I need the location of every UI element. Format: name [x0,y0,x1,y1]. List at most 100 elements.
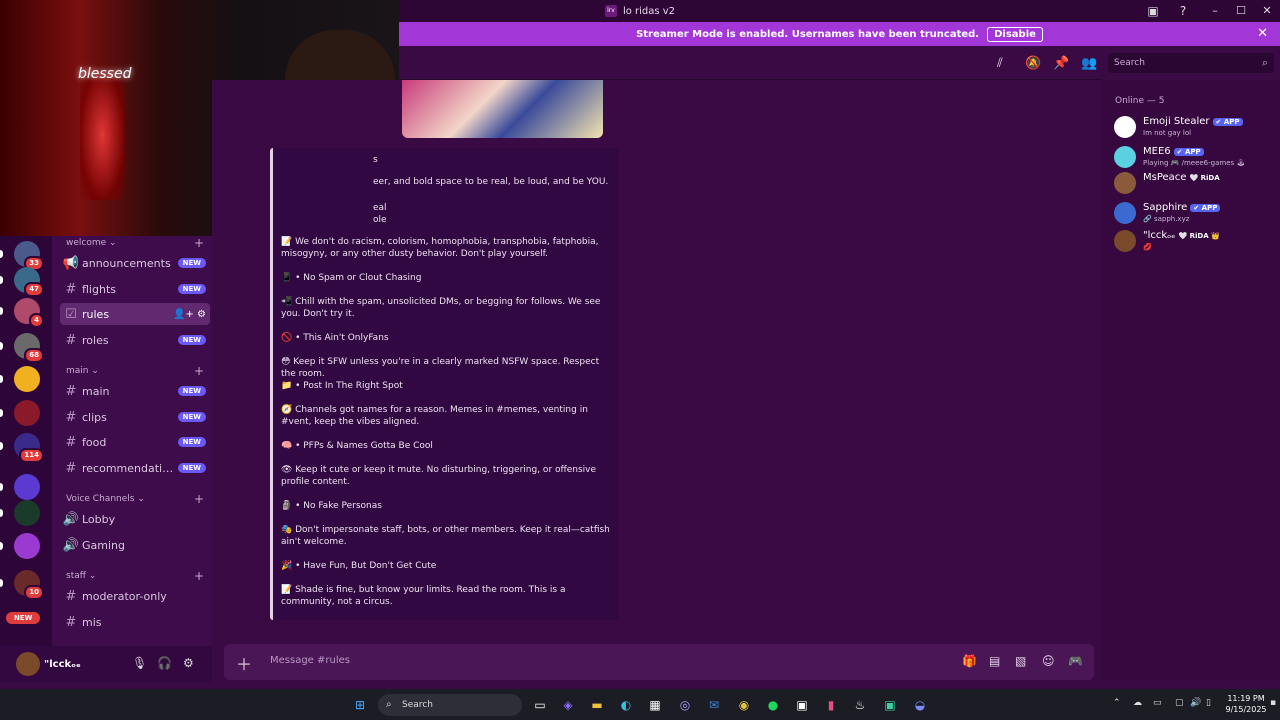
channel-announcements[interactable]: 📢 announcements NEW [60,252,210,274]
gift-icon[interactable]: 🎁 [962,654,977,668]
user-panel: "lcckₒₑ 🎙 🎧 ⚙ [0,646,212,682]
message-input[interactable]: Message #rules [270,655,350,666]
copilot-icon[interactable]: ◈ [558,695,578,715]
emoji-icon[interactable]: ☺ [1042,654,1055,668]
unread-indicator [0,483,3,491]
members-icon[interactable]: 👥 [1081,56,1097,71]
server-icon[interactable]: 68 [14,333,44,363]
channel-mis[interactable]: # mis [60,611,210,633]
category-voice-channels[interactable]: Voice Channels ⌄ + [66,492,204,506]
server-icon[interactable] [14,474,40,500]
channel-rules[interactable]: ☑ rules 👤+ ⚙ [60,303,210,325]
spotify-icon[interactable]: ● [763,695,783,715]
channel-settings-icon[interactable]: 👤+ ⚙ [173,309,206,320]
minimize-button[interactable]: – [1202,0,1228,22]
inbox-icon[interactable]: ▣ [1145,3,1161,19]
close-banner-icon[interactable]: ✕ [1257,26,1268,41]
server-icon[interactable] [14,500,40,526]
app-icon[interactable]: ▣ [880,695,900,715]
channel-food[interactable]: # food NEW [60,431,210,453]
member-item[interactable]: MEE6 ✔ APP Playing 🎮 /meee6-games 🕹 [1114,144,1280,172]
windows-start-icon[interactable]: ⊞ [350,695,370,715]
file-explorer-icon[interactable]: ▬ [587,695,607,715]
chrome-icon[interactable]: ◉ [734,695,754,715]
category-welcome[interactable]: welcome ⌄ + [66,236,204,250]
hash-icon: # [65,460,77,476]
channel-Gaming[interactable]: 🔊 Gaming [60,534,210,556]
help-icon[interactable]: ? [1175,3,1191,19]
add-channel-icon[interactable]: + [194,364,204,378]
threads-icon[interactable]: ⫽ [997,56,1003,71]
time: 11:19 PM [1227,694,1265,703]
notifications-icon[interactable]: ▪ [1270,698,1276,708]
channel-main[interactable]: # main NEW [60,380,210,402]
headphones-icon[interactable]: 🎧 [157,656,172,670]
app-icon[interactable]: ▮ [821,695,841,715]
unread-indicator [0,542,3,550]
task-view-icon[interactable]: ▭ [530,695,550,715]
search-icon: ⌕ [386,699,392,710]
network-icon[interactable]: ▢ [1175,698,1184,708]
close-button[interactable]: ✕ [1254,0,1280,22]
app-icon[interactable]: ◎ [675,695,695,715]
username: "lcckₒₑ [44,658,81,670]
edge-icon[interactable]: ◐ [616,695,636,715]
message-composer[interactable]: ＋ Message #rules 🎁 ▤ ▧ ☺ 🎮 [224,644,1094,680]
embedded-image[interactable] [402,80,603,138]
attach-icon[interactable]: ＋ [236,651,252,675]
gear-icon[interactable]: ⚙ [183,656,194,670]
mention-badge: 4 [29,313,44,328]
microphone-icon[interactable]: 🎙 [132,656,147,670]
taskbar-search[interactable]: ⌕ Search [378,694,522,716]
new-pill[interactable]: NEW [6,612,41,624]
steam-icon[interactable]: ♨ [850,695,870,715]
member-item[interactable]: MsPeace 🤍 RiDA [1114,170,1280,198]
server-icon[interactable] [14,533,40,559]
disable-button[interactable]: Disable [987,26,1043,42]
channel-clips[interactable]: # clips NEW [60,406,210,428]
capcut-icon[interactable]: ▣ [792,695,812,715]
app-badge: ✔ APP [1173,148,1204,156]
server-icon[interactable]: 4 [14,298,44,328]
server-icon[interactable]: 47 [14,267,44,297]
server-icon[interactable] [14,366,40,392]
outlook-icon[interactable]: ✉ [704,695,724,715]
store-icon[interactable]: ▦ [645,695,665,715]
member-item[interactable]: "lcckₒₑ 🤍 RiDA 👑 💋 [1114,228,1280,256]
volume-icon[interactable]: 🔊 [1190,698,1201,708]
gif-icon[interactable]: ▤ [989,654,1000,668]
pin-icon[interactable]: 📌 [1053,56,1069,71]
channel-recommendations[interactable]: # recommendations NEW [60,457,210,479]
cloud-icon[interactable]: ☁ [1133,698,1142,708]
discord-icon[interactable]: ◒ [910,695,930,715]
channel-moderator-only[interactable]: # moderator-only [60,585,210,607]
add-channel-icon[interactable]: + [194,492,204,506]
member-item[interactable]: Sapphire ✔ APP 🔗 sapph.xyz [1114,200,1280,228]
category-staff[interactable]: staff ⌄ + [66,569,204,583]
server-icon[interactable]: 114 [14,433,44,463]
add-channel-icon[interactable]: + [194,569,204,583]
server-icon[interactable]: 33 [14,241,44,271]
avatar[interactable] [16,652,40,676]
category-main[interactable]: main ⌄ + [66,364,204,378]
member-name: MEE6 ✔ APP [1143,146,1204,157]
server-icon[interactable]: 10 [14,570,44,600]
add-channel-icon[interactable]: + [194,236,204,250]
chevron-up-icon[interactable]: ⌃ [1113,698,1121,708]
apps-icon[interactable]: 🎮 [1068,654,1083,668]
message-area: s eer, and bold space to be real, be loud… [212,80,1102,640]
channel-roles[interactable]: # roles NEW [60,329,210,351]
channel-flights[interactable]: # flights NEW [60,278,210,300]
maximize-button[interactable]: ☐ [1228,0,1254,22]
notification-muted-icon[interactable]: 🔕 [1025,56,1041,71]
app-tray-icon[interactable]: ▭ [1153,698,1162,708]
sticker-icon[interactable]: ▧ [1015,654,1026,668]
member-item[interactable]: Emoji Stealer ✔ APP Im not gay lol [1114,114,1280,142]
rule-line: 📱 • No Spam or Clout Chasing [281,273,422,283]
channel-Lobby[interactable]: 🔊 Lobby [60,508,210,530]
server-icon[interactable] [14,400,40,426]
battery-icon[interactable]: ▯ [1206,698,1211,708]
clock[interactable]: 11:19 PM 9/15/2025 [1222,693,1270,715]
search-input[interactable]: Search ⌕ [1108,53,1274,73]
member-status: 🔗 sapph.xyz [1143,215,1190,223]
